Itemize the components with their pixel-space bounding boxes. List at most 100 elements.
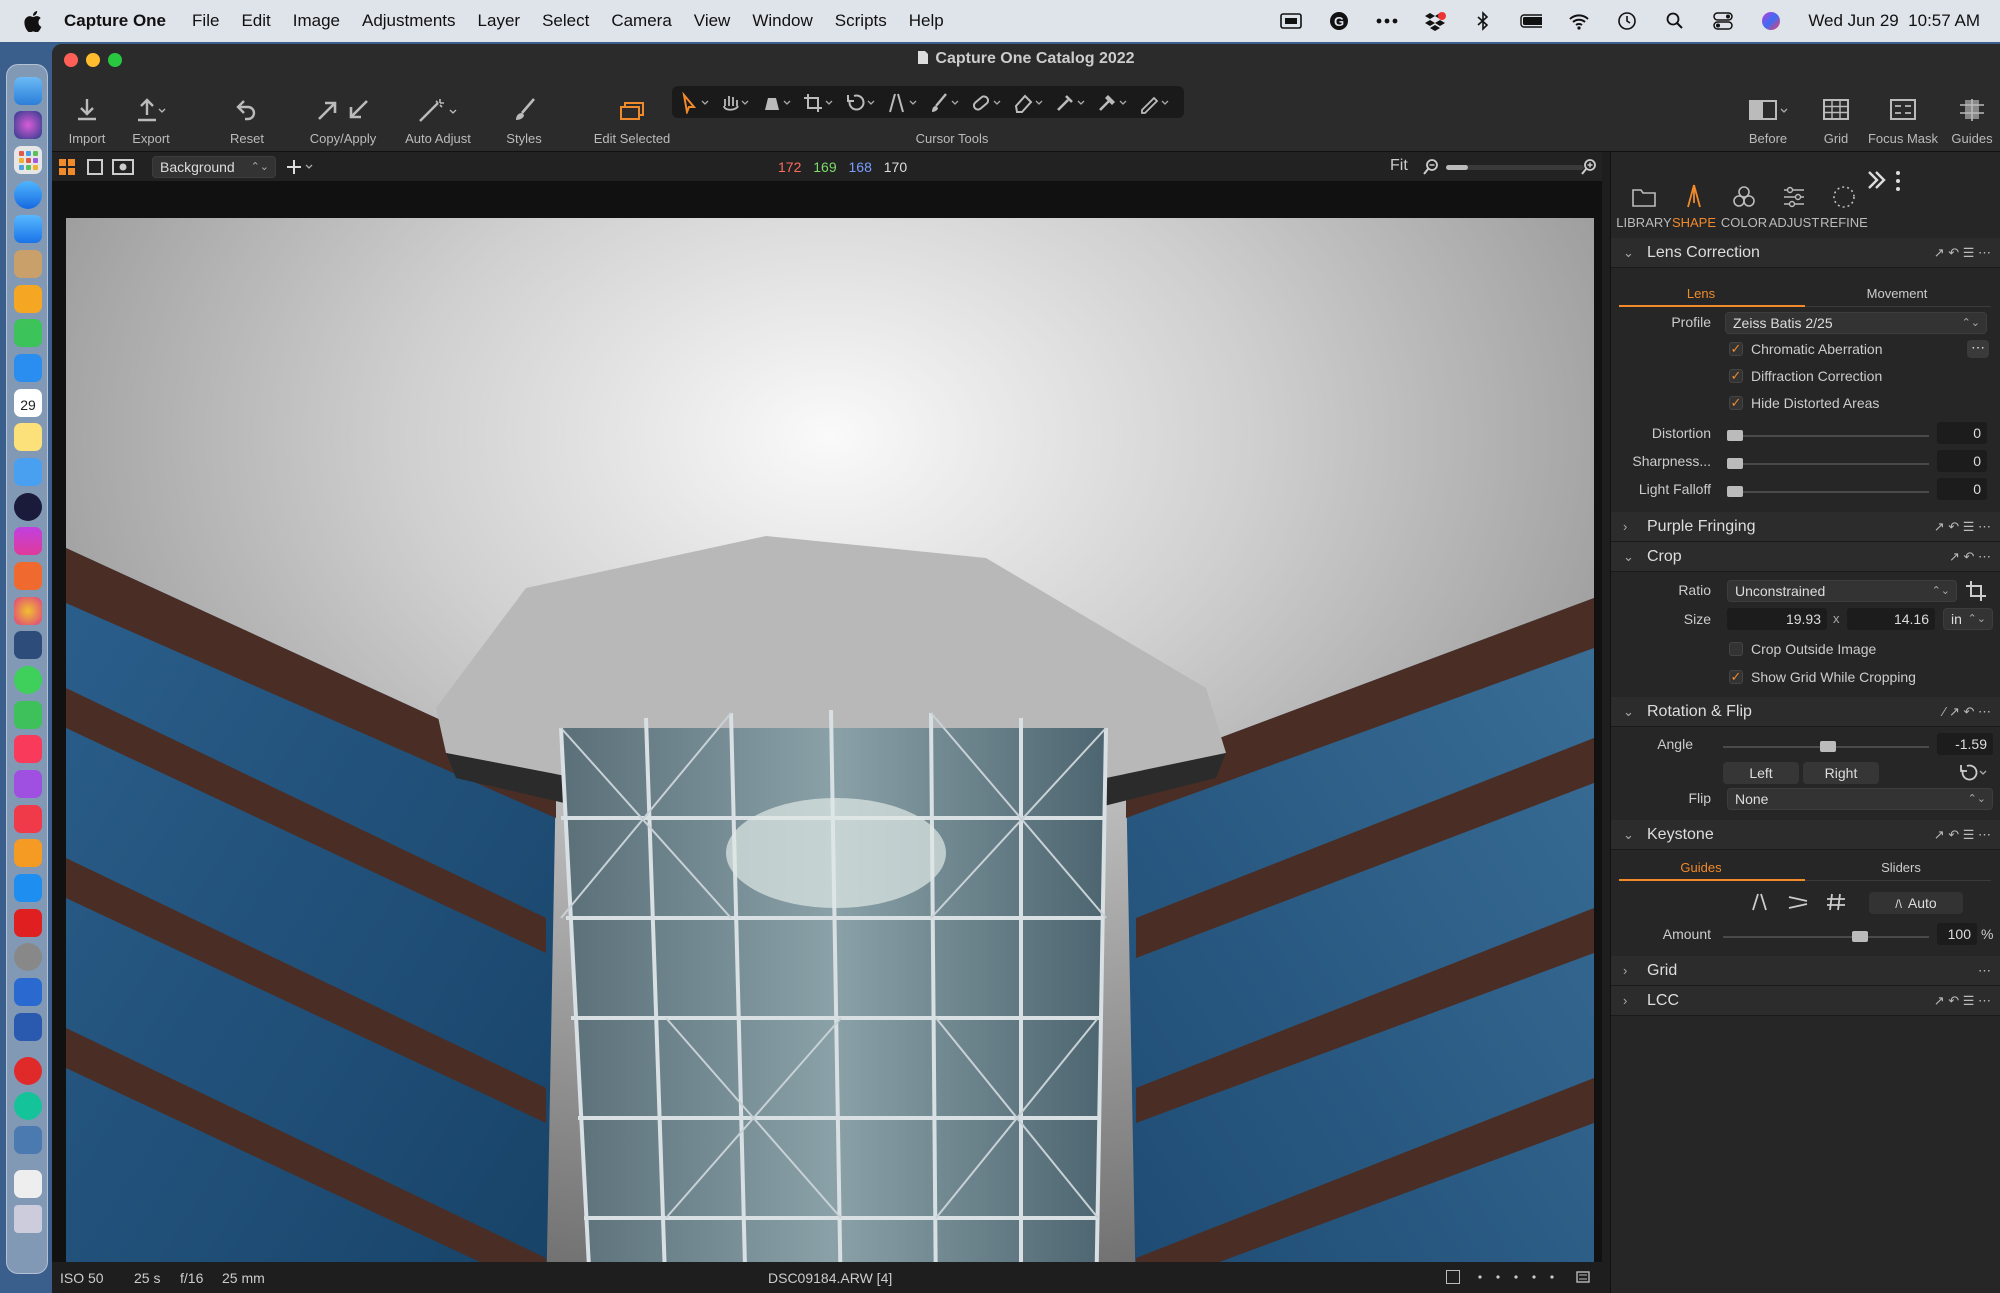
menu-layer[interactable]: Layer	[478, 11, 521, 31]
search-icon[interactable]	[1664, 10, 1686, 32]
light-falloff-slider-knob[interactable]	[1727, 486, 1743, 497]
amount-value[interactable]: 100	[1937, 923, 1977, 945]
pages-icon[interactable]	[14, 285, 42, 313]
angle-value[interactable]: -1.59	[1937, 733, 1993, 755]
proof-view-icon[interactable]	[112, 158, 134, 181]
wb-picker-icon[interactable]	[1096, 92, 1130, 114]
show-grid-checkbox[interactable]: ✓	[1729, 670, 1743, 684]
safari-icon[interactable]	[14, 181, 42, 209]
rotate-left-button[interactable]: Left	[1723, 762, 1799, 784]
more-tabs-icon[interactable]	[1861, 168, 1911, 208]
tool-header-icons[interactable]: ↗ ↶ ☰ ⋯	[1934, 238, 1991, 268]
rotation-flip-header[interactable]: ⌄ Rotation & Flip ∕ ↗ ↶ ⋯	[1611, 697, 2000, 727]
control-center-icon[interactable]	[1712, 10, 1734, 32]
zoom-slider-knob[interactable]	[1446, 165, 1468, 170]
lcc-header[interactable]: › LCC ↗ ↶ ☰ ⋯	[1611, 986, 2000, 1016]
facetime-icon[interactable]	[14, 701, 42, 729]
finder-icon[interactable]	[14, 77, 42, 105]
tool-header-icons[interactable]: ↗ ↶ ☰ ⋯	[1934, 512, 1991, 542]
chromatic-options-button[interactable]: ⋯	[1967, 340, 1989, 358]
lens-correction-header[interactable]: ⌄ Lens Correction ↗ ↶ ☰ ⋯	[1611, 238, 2000, 268]
display-icon[interactable]	[1280, 10, 1303, 32]
tool-header-icons[interactable]: ↗ ↶ ☰ ⋯	[1934, 820, 1991, 850]
calendar-icon[interactable]: 29	[14, 389, 42, 417]
news-icon[interactable]	[14, 805, 42, 833]
menu-window[interactable]: Window	[752, 11, 812, 31]
notes-icon[interactable]	[14, 423, 42, 451]
system-preferences-icon[interactable]	[14, 943, 42, 971]
crop-icon[interactable]	[802, 92, 836, 114]
siri-icon[interactable]	[1760, 10, 1782, 32]
subtab-lens[interactable]: Lens	[1651, 286, 1751, 301]
light-falloff-value[interactable]: 0	[1937, 478, 1987, 500]
maps-icon[interactable]	[14, 458, 42, 486]
crop-tool-icon[interactable]	[1965, 580, 1987, 605]
amount-slider-knob[interactable]	[1852, 931, 1869, 942]
unit-select[interactable]: in ⌃⌄	[1943, 608, 1993, 630]
crop-height-field[interactable]: 14.16	[1847, 608, 1935, 630]
app-store-icon[interactable]	[14, 874, 42, 902]
menu-image[interactable]: Image	[293, 11, 340, 31]
color-tag-icon[interactable]	[1576, 1270, 1590, 1287]
crop-width-field[interactable]: 19.93	[1727, 608, 1827, 630]
diffraction-correction-checkbox[interactable]: ✓	[1729, 369, 1743, 383]
image-viewer[interactable]	[52, 182, 1602, 1293]
time-machine-icon[interactable]	[1616, 10, 1638, 32]
tool-header-icons[interactable]: ↗ ↶ ⋯	[1949, 542, 1991, 572]
distortion-slider-knob[interactable]	[1727, 430, 1743, 441]
color-picker-icon[interactable]	[1054, 92, 1088, 114]
grammarly-dock-icon[interactable]	[14, 1092, 42, 1120]
contacts-icon[interactable]	[14, 250, 42, 278]
auto-adjust-button[interactable]: Auto Adjust	[392, 76, 484, 152]
menu-file[interactable]: File	[192, 11, 219, 31]
styles-button[interactable]: Styles	[492, 76, 556, 152]
screen-icon[interactable]	[14, 1126, 42, 1154]
books-icon[interactable]	[14, 839, 42, 867]
distortion-slider[interactable]	[1727, 435, 1929, 437]
capture-one-dock-icon[interactable]	[14, 631, 42, 659]
subtab-movement[interactable]: Movement	[1827, 286, 1967, 301]
grid-tool-header[interactable]: › Grid ⋯	[1611, 956, 2000, 986]
rotate-options-icon[interactable]	[1957, 762, 1991, 787]
menu-scripts[interactable]: Scripts	[835, 11, 887, 31]
crop-header[interactable]: ⌄ Crop ↗ ↶ ⋯	[1611, 542, 2000, 572]
podcasts-icon[interactable]	[14, 770, 42, 798]
subtab-guides[interactable]: Guides	[1651, 860, 1751, 875]
numbers-icon[interactable]	[14, 319, 42, 347]
menu-view[interactable]: View	[694, 11, 731, 31]
sharpness-slider[interactable]	[1727, 463, 1929, 465]
affinity-publisher-icon[interactable]	[14, 562, 42, 590]
mail-icon[interactable]	[14, 215, 42, 243]
flip-select[interactable]: None ⌃⌄	[1727, 788, 1993, 810]
select-cursor-icon[interactable]	[678, 91, 712, 116]
grid-toggle-button[interactable]: Grid	[1808, 76, 1864, 152]
image-capture-icon[interactable]	[14, 1013, 42, 1041]
zoom-fit-label[interactable]: Fit	[1390, 157, 1408, 175]
wifi-icon[interactable]	[1568, 10, 1590, 32]
sharpness-value[interactable]: 0	[1937, 450, 1987, 472]
keystone-vertical-icon[interactable]	[1749, 892, 1771, 915]
clock-text[interactable]: Wed Jun 29 10:57 AM	[1808, 11, 1980, 31]
rotate-right-button[interactable]: Right	[1803, 762, 1879, 784]
loupe-icon[interactable]	[760, 92, 794, 114]
tool-header-icons[interactable]: ⋯	[1978, 956, 1991, 986]
sharpness-slider-knob[interactable]	[1727, 458, 1743, 469]
multi-view-icon[interactable]	[58, 158, 76, 181]
youtube-icon[interactable]	[14, 909, 42, 937]
recording-icon[interactable]	[14, 1057, 42, 1085]
ratio-select[interactable]: Unconstrained ⌃⌄	[1727, 580, 1957, 602]
import-button[interactable]: Import	[52, 76, 122, 152]
amount-slider[interactable]	[1723, 936, 1929, 938]
photos-icon[interactable]	[14, 597, 42, 625]
zoom-in-icon[interactable]	[1580, 158, 1598, 181]
keystone-header[interactable]: ⌄ Keystone ↗ ↶ ☰ ⋯	[1611, 820, 2000, 850]
zoom-out-icon[interactable]	[1422, 158, 1440, 181]
preview-icon[interactable]	[14, 978, 42, 1006]
siri-dock-icon[interactable]	[14, 111, 42, 139]
crop-outside-checkbox[interactable]	[1729, 642, 1743, 656]
annotate-icon[interactable]	[1138, 92, 1172, 114]
purple-fringing-header[interactable]: › Purple Fringing ↗ ↶ ☰ ⋯	[1611, 512, 2000, 542]
tool-header-icons[interactable]: ↗ ↶ ☰ ⋯	[1934, 986, 1991, 1016]
menu-adjustments[interactable]: Adjustments	[362, 11, 456, 31]
dropbox-icon[interactable]	[1424, 10, 1447, 32]
